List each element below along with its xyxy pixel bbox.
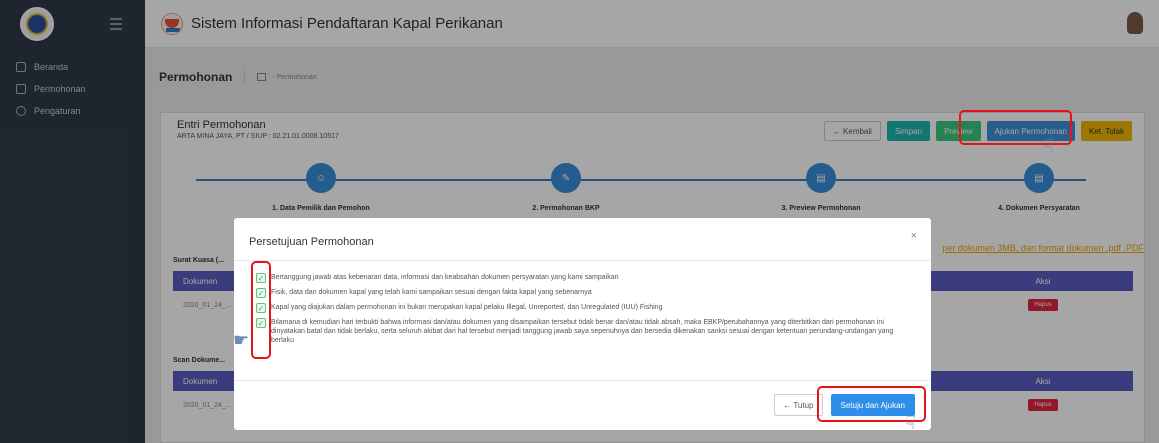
divider	[234, 380, 931, 381]
highlight-box	[251, 261, 271, 359]
highlight-box	[959, 110, 1072, 145]
divider	[234, 260, 931, 261]
agreement-text: Fisik, data dan dokumen kapal yang telah…	[271, 289, 592, 296]
agreement-text: Bilamana di kemudian hari terbukti bahwa…	[271, 319, 894, 344]
pointer-hand-icon: ☟	[905, 413, 916, 433]
modal-title: Persetujuan Permohonan	[249, 236, 374, 248]
close-button[interactable]: ← Tutup	[774, 394, 823, 416]
agreement-text: Kapal yang diajukan dalam permohonan ini…	[271, 304, 663, 311]
close-icon[interactable]: ×	[911, 230, 917, 242]
agreement-item: ✓ Bilamana di kemudian hari terbukti bah…	[256, 318, 911, 345]
agreement-text: Bertanggung jawab atas kebenaran data, i…	[271, 274, 619, 281]
agreement-list: ✓ Bertanggung jawab atas kebenaran data,…	[256, 273, 911, 350]
agreement-item: ✓ Bertanggung jawab atas kebenaran data,…	[256, 273, 911, 283]
agreement-item: ✓ Fisik, data dan dokumen kapal yang tel…	[256, 288, 911, 298]
pointer-hand-icon: ☟	[1043, 136, 1054, 156]
pointer-hand-icon: ☛	[233, 330, 250, 350]
agreement-item: ✓ Kapal yang diajukan dalam permohonan i…	[256, 303, 911, 313]
